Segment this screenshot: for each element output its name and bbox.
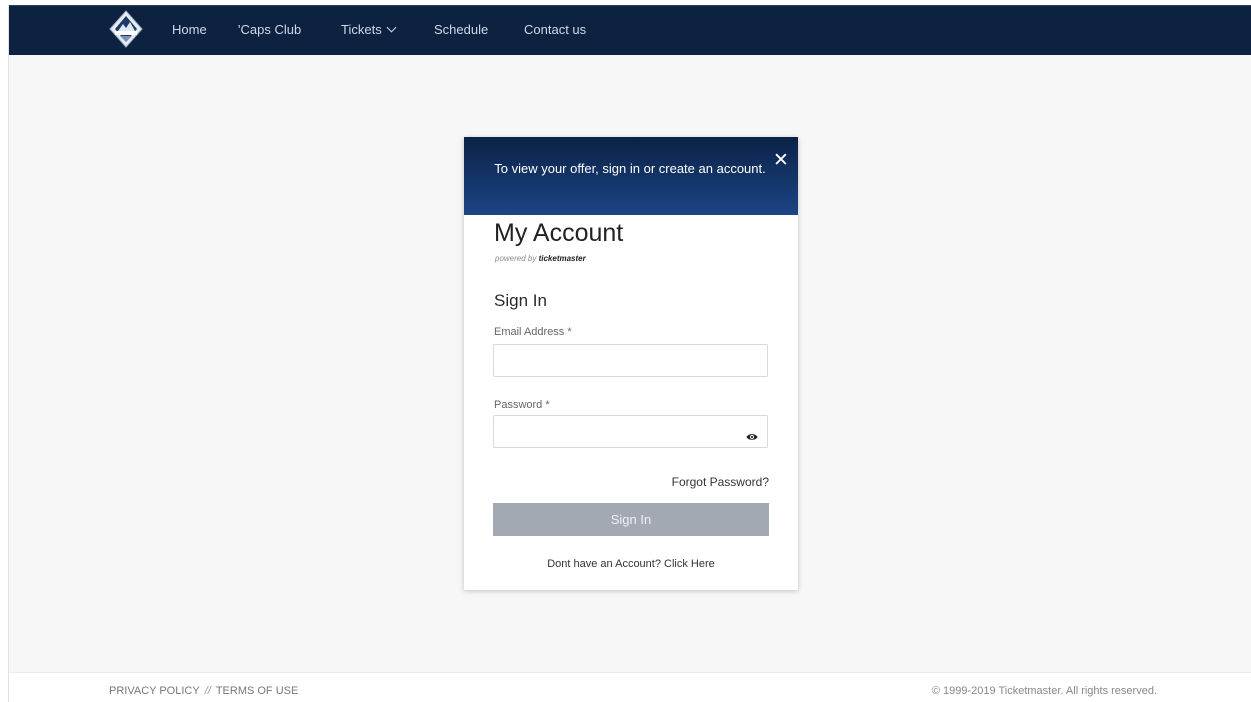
email-label: Email Address * xyxy=(494,326,572,338)
page-footer: PRIVACY POLICY // TERMS OF USE © 1999-2019… xyxy=(9,672,1251,702)
nav-tickets[interactable]: Tickets xyxy=(341,22,397,37)
modal-header: To view your offer, sign in or create an… xyxy=(464,137,798,215)
chevron-down-icon xyxy=(386,22,397,33)
powered-by-ticketmaster: powered by ticketmaster xyxy=(495,254,586,263)
nav-contact-us[interactable]: Contact us xyxy=(524,22,586,37)
footer-separator: // xyxy=(204,685,211,697)
ticketmaster-wordmark: ticketmaster xyxy=(538,254,586,263)
privacy-policy-link[interactable]: PRIVACY POLICY xyxy=(109,685,200,697)
sign-in-button[interactable]: Sign In xyxy=(493,503,769,536)
password-label: Password * xyxy=(494,399,550,411)
create-account-link[interactable]: Dont have an Account? Click Here xyxy=(464,558,798,570)
account-title: My Account xyxy=(494,219,624,247)
page-frame: Home 'Caps Club Tickets Schedule Contact… xyxy=(8,5,1251,702)
copyright-text: © 1999-2019 Ticketmaster. All rights res… xyxy=(931,685,1157,697)
footer-links: PRIVACY POLICY // TERMS OF USE xyxy=(109,685,298,697)
top-navbar: Home 'Caps Club Tickets Schedule Contact… xyxy=(9,5,1251,55)
forgot-password-link[interactable]: Forgot Password? xyxy=(664,475,769,489)
eye-icon[interactable] xyxy=(746,431,758,443)
sign-in-heading: Sign In xyxy=(494,291,547,310)
whitecaps-crest-logo[interactable] xyxy=(107,9,145,49)
terms-of-use-link[interactable]: TERMS OF USE xyxy=(216,685,299,697)
powered-by-text: powered by xyxy=(495,254,537,263)
nav-caps-club[interactable]: 'Caps Club xyxy=(238,22,301,37)
modal-header-message: To view your offer, sign in or create an… xyxy=(494,161,766,176)
close-icon[interactable]: ✕ xyxy=(771,151,791,171)
nav-tickets-label: Tickets xyxy=(341,22,382,37)
nav-home[interactable]: Home xyxy=(172,22,207,37)
password-field[interactable] xyxy=(493,415,768,448)
nav-schedule[interactable]: Schedule xyxy=(434,22,488,37)
sign-in-modal: To view your offer, sign in or create an… xyxy=(464,137,798,590)
email-field[interactable] xyxy=(493,344,768,377)
